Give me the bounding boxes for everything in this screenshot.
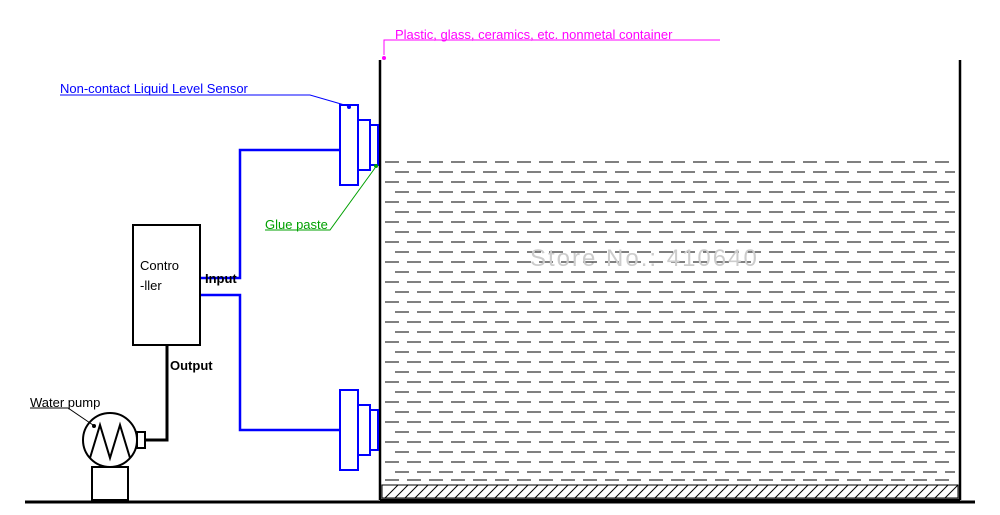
glue-paste-label: Glue paste <box>265 217 328 232</box>
controller-label-2: -ller <box>140 278 162 293</box>
watermark-text: Store No.: 410640 <box>530 245 759 273</box>
sensor-label: Non-contact Liquid Level Sensor <box>60 81 248 96</box>
water-pump-label: Water pump <box>30 395 100 410</box>
output-label: Output <box>170 358 213 373</box>
controller-label-1: Contro <box>140 258 179 273</box>
input-label: Input <box>205 271 237 286</box>
container-material-label: Plastic, glass, ceramics, etc. nonmetal … <box>395 27 672 42</box>
